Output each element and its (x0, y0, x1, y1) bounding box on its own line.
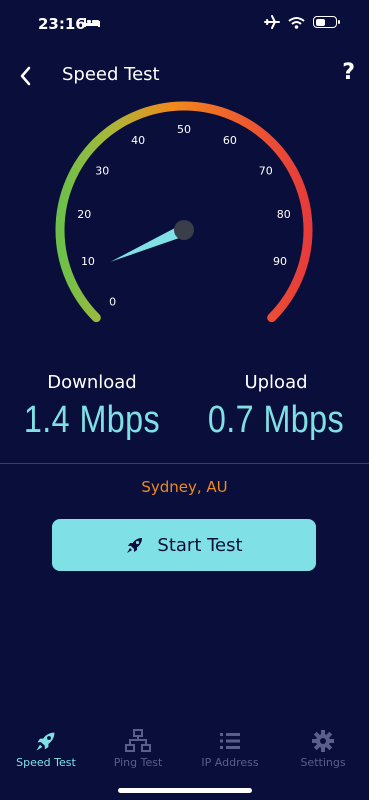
help-icon[interactable]: ? (342, 60, 355, 85)
server-location: Sydney, AU (141, 478, 228, 496)
rocket-icon (36, 732, 55, 751)
download-label: Download (47, 372, 137, 393)
gauge-tick-label: 10 (81, 255, 95, 268)
wifi-icon (288, 16, 305, 29)
status-indicators (264, 15, 340, 29)
tab-label: Ping Test (113, 756, 163, 769)
speed-gauge: 0 10 20 30 40 50 60 70 80 90 (55, 101, 313, 323)
gauge-tick-labels: 0 10 20 30 40 50 60 70 80 90 (77, 123, 291, 308)
gauge-tick-label: 0 (109, 295, 116, 308)
gauge-arc (55, 101, 313, 323)
list-icon (220, 733, 240, 749)
page-title: Speed Test (62, 64, 160, 85)
gauge-tick-label: 90 (273, 255, 287, 268)
bed-icon (84, 18, 100, 27)
gauge-tick-label: 60 (223, 134, 237, 147)
gauge-tick-label: 30 (95, 165, 109, 178)
tab-label: Speed Test (16, 756, 76, 769)
upload-label: Upload (244, 372, 308, 393)
gauge-tick-label: 20 (77, 208, 91, 221)
upload-value: 0.7 Mbps (207, 399, 345, 441)
airplane-icon (264, 15, 280, 29)
upload-stat: Upload 0.7 Mbps (184, 372, 368, 442)
tab-speed-test[interactable]: Speed Test (0, 728, 92, 769)
gauge-tick-label: 50 (177, 123, 191, 136)
network-icon (125, 729, 151, 752)
tab-settings[interactable]: Settings (277, 728, 369, 769)
header: Speed Test ? (0, 56, 369, 96)
download-value: 1.4 Mbps (23, 399, 161, 441)
tab-ip-address[interactable]: IP Address (184, 728, 276, 769)
divider (0, 463, 369, 464)
tab-label: IP Address (201, 756, 259, 769)
gauge-tick-label: 40 (131, 134, 145, 147)
battery-icon (313, 16, 340, 28)
status-time: 23:16 (38, 15, 86, 33)
start-test-label: Start Test (157, 534, 243, 556)
gauge-hub (174, 220, 194, 240)
status-bar: 23:16 (0, 0, 369, 50)
start-test-button[interactable]: Start Test (52, 519, 316, 571)
tab-label: Settings (300, 756, 346, 769)
home-indicator (118, 788, 252, 793)
rocket-icon (127, 538, 143, 553)
gauge-tick-label: 80 (277, 208, 291, 221)
back-chevron-icon[interactable] (14, 62, 38, 90)
download-stat: Download 1.4 Mbps (0, 372, 184, 442)
gauge-tick-label: 70 (259, 165, 273, 178)
tab-ping-test[interactable]: Ping Test (92, 728, 184, 769)
gear-icon (312, 730, 334, 752)
